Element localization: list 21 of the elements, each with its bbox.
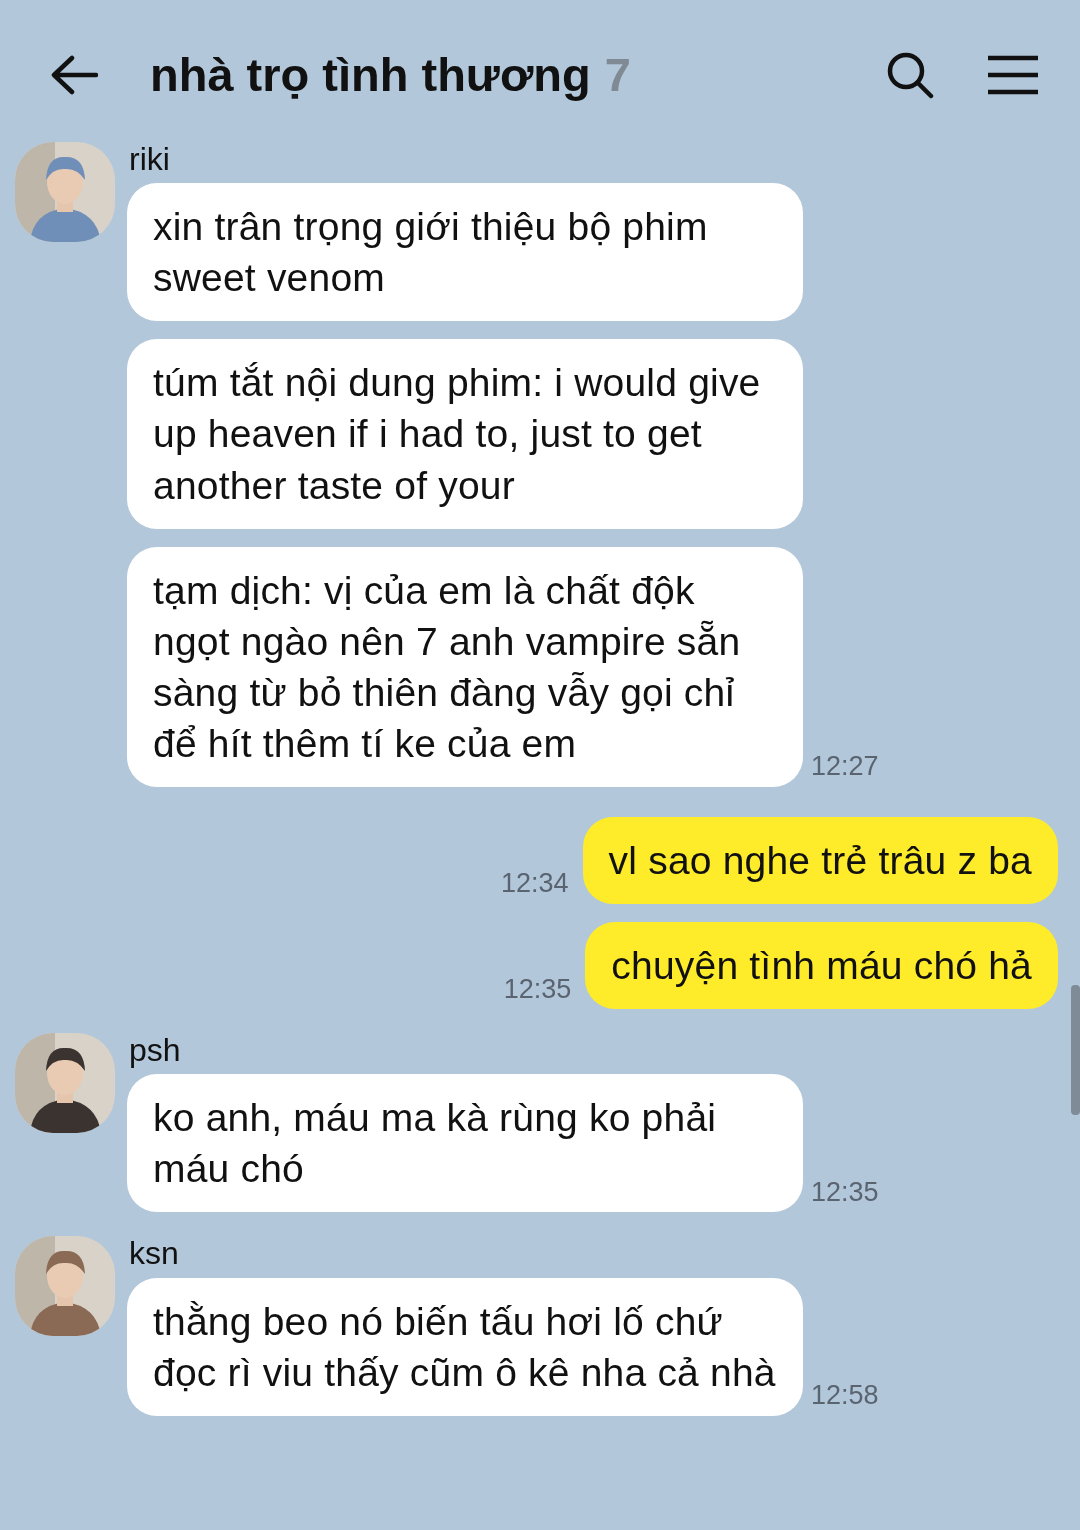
member-count: 7 xyxy=(604,47,631,101)
timestamp: 12:35 xyxy=(811,1175,879,1209)
message-bubble: tạm dịch: vị của em là chất độk ngọt ngào nên 7 anh vampire sẵn sàng từ bỏ thiên đàng vẫy gọi chỉ để hít thêm tí ke của em xyxy=(127,546,803,787)
sender-name: ksn xyxy=(129,1236,180,1272)
message-bubble: túm tắt nội dung phim: i would give up heaven if i had to, just to get another taste of your xyxy=(127,339,803,529)
message-bubble: chuyện tình máu chó hả xyxy=(585,921,1058,1010)
timestamp: 12:27 xyxy=(811,750,879,784)
sender-name: riki xyxy=(129,142,171,178)
timestamp: 12:35 xyxy=(503,972,572,1006)
scrollbar[interactable] xyxy=(1071,985,1080,1115)
chat-title: nhà trọ tình thương xyxy=(150,47,591,101)
message-bubble: thằng beo nó biến tấu hơi lố chứ đọc rì viu thấy cũm ô kê nha cả nhà xyxy=(127,1277,803,1416)
message-bubble: vl sao nghe trẻ trâu z ba xyxy=(582,816,1058,904)
timestamp: 12:34 xyxy=(501,867,569,901)
sender-name: psh xyxy=(129,1033,182,1069)
search-icon[interactable] xyxy=(886,51,934,99)
menu-icon[interactable] xyxy=(986,55,1040,95)
timestamp: 12:58 xyxy=(811,1379,879,1413)
message-bubble: xin trân trọng giới thiệu bộ phim sweet venom xyxy=(127,183,803,322)
back-icon[interactable] xyxy=(50,55,98,95)
message-bubble: ko anh, máu ma kà rùng ko phải máu chó xyxy=(127,1074,803,1213)
